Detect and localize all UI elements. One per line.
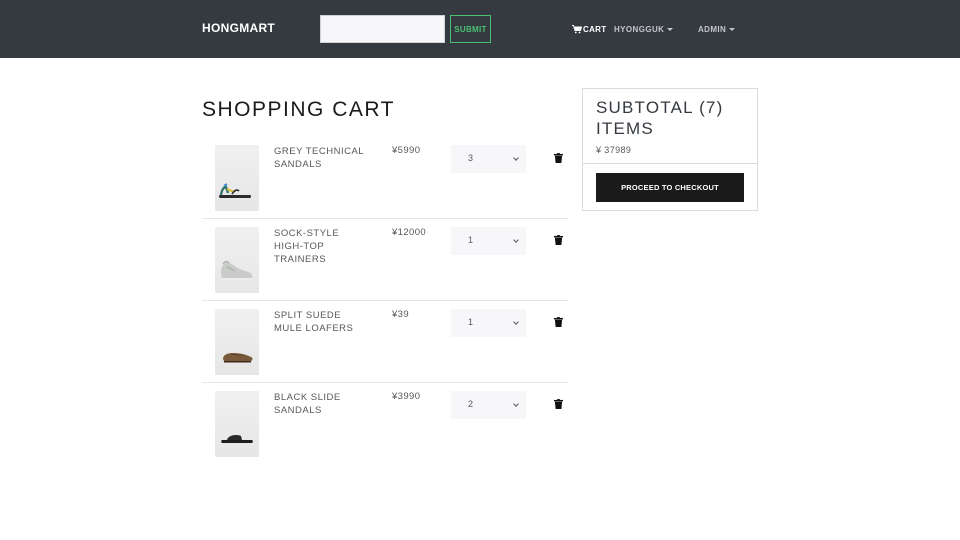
sandal-product-image bbox=[219, 183, 251, 198]
trash-icon[interactable] bbox=[554, 235, 563, 245]
search-input[interactable] bbox=[320, 15, 445, 43]
subtotal-title: SUBTOTAL (7) ITEMS bbox=[596, 98, 724, 138]
subtotal-amount: ¥ 37989 bbox=[596, 145, 632, 155]
product-name-link[interactable]: GREY TECHNICAL SANDALS bbox=[274, 145, 370, 171]
chevron-down-icon bbox=[513, 401, 519, 407]
nav-cart-label: CART bbox=[583, 24, 607, 34]
chevron-down-icon bbox=[513, 319, 519, 325]
quantity-select[interactable]: 3 bbox=[451, 145, 526, 173]
product-price: ¥3990 bbox=[392, 391, 421, 402]
proceed-to-checkout-button[interactable]: PROCEED TO CHECKOUT bbox=[596, 173, 744, 202]
product-name-link[interactable]: SPLIT SUEDE MULE LOAFERS bbox=[274, 309, 370, 335]
trash-icon[interactable] bbox=[554, 317, 563, 327]
quantity-select[interactable]: 2 bbox=[451, 391, 526, 419]
quantity-select[interactable]: 1 bbox=[451, 227, 526, 255]
user-dropdown-label: HYONGGUK bbox=[614, 24, 665, 34]
cart-item-row: SOCK-STYLE HIGH-TOP TRAINERS ¥12000 1 bbox=[202, 219, 568, 301]
quantity-value: 1 bbox=[468, 235, 474, 245]
caret-down-icon bbox=[729, 28, 736, 31]
quantity-select[interactable]: 1 bbox=[451, 309, 526, 337]
top-navbar: HONGMART SUBMIT CART HYONGGUK ADMIN bbox=[0, 0, 960, 58]
loafer-product-image bbox=[223, 353, 253, 363]
chevron-down-icon bbox=[513, 237, 519, 243]
brand-logo[interactable]: HONGMART bbox=[202, 21, 275, 35]
product-name-link[interactable]: BLACK SLIDE SANDALS bbox=[274, 391, 370, 417]
trash-icon[interactable] bbox=[554, 153, 563, 163]
product-name-link[interactable]: SOCK-STYLE HIGH-TOP TRAINERS bbox=[274, 227, 370, 266]
product-thumbnail[interactable] bbox=[215, 227, 259, 293]
product-price: ¥5990 bbox=[392, 145, 421, 156]
product-thumbnail[interactable] bbox=[215, 391, 259, 457]
cart-item-row: SPLIT SUEDE MULE LOAFERS ¥39 1 bbox=[202, 301, 568, 383]
admin-dropdown[interactable]: ADMIN bbox=[698, 23, 736, 35]
quantity-value: 2 bbox=[468, 399, 474, 409]
quantity-value: 3 bbox=[468, 153, 474, 163]
trainer-product-image bbox=[221, 260, 253, 280]
admin-dropdown-label: ADMIN bbox=[698, 24, 727, 34]
cart-item-row: GREY TECHNICAL SANDALS ¥5990 3 bbox=[202, 137, 568, 219]
order-summary-header: SUBTOTAL (7) ITEMS ¥ 37989 bbox=[583, 89, 757, 164]
quantity-value: 1 bbox=[468, 317, 474, 327]
order-summary-card: SUBTOTAL (7) ITEMS ¥ 37989 PROCEED TO CH… bbox=[582, 88, 758, 211]
product-price: ¥39 bbox=[392, 309, 410, 320]
user-dropdown[interactable]: HYONGGUK bbox=[614, 23, 674, 35]
product-thumbnail[interactable] bbox=[215, 309, 259, 375]
nav-cart-link[interactable]: CART bbox=[572, 23, 606, 35]
cart-item-list: GREY TECHNICAL SANDALS ¥5990 3 SOCK-STYL… bbox=[202, 137, 568, 465]
trash-icon[interactable] bbox=[554, 399, 563, 409]
submit-button[interactable]: SUBMIT bbox=[450, 15, 491, 43]
product-thumbnail[interactable] bbox=[215, 145, 259, 211]
shopping-cart-icon bbox=[572, 24, 582, 33]
chevron-down-icon bbox=[513, 155, 519, 161]
caret-down-icon bbox=[667, 28, 674, 31]
product-price: ¥12000 bbox=[392, 227, 427, 238]
cart-item-row: BLACK SLIDE SANDALS ¥3990 2 bbox=[202, 383, 568, 465]
slide-product-image bbox=[221, 435, 253, 443]
page-title: SHOPPING CART bbox=[202, 98, 395, 121]
